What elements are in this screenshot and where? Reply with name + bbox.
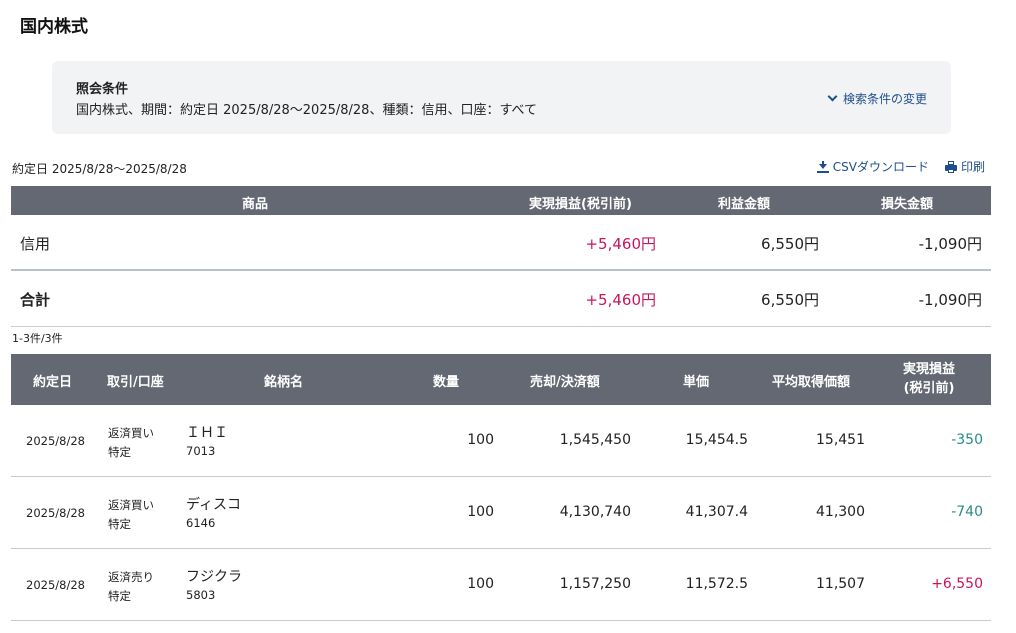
header-avg: 平均取得価額 [772, 375, 851, 390]
summary-total-loss: -1,090円 [918, 291, 982, 309]
row-price: 15,454.5 [685, 432, 748, 448]
row-account: 特定 [108, 517, 131, 531]
header-name: 銘柄名 [264, 375, 304, 390]
row-date: 2025/8/28 [26, 578, 85, 592]
row-stock-code: 5803 [186, 588, 216, 602]
row-realized: -740 [951, 504, 983, 520]
row-date: 2025/8/28 [26, 506, 85, 520]
header-qty: 数量 [433, 375, 460, 390]
row-date: 2025/8/28 [26, 434, 85, 448]
summary-loss: -1,090円 [918, 235, 982, 253]
row-realized: +6,550 [931, 576, 983, 592]
row-account: 特定 [108, 445, 131, 459]
print-label: 印刷 [960, 160, 985, 174]
change-criteria-link[interactable]: 検索条件の変更 [827, 90, 927, 107]
header-realized: 実現損益 (税引前) [903, 360, 955, 398]
row-avg: 15,451 [816, 432, 865, 448]
change-criteria-label: 検索条件の変更 [842, 92, 927, 106]
row-qty: 100 [467, 576, 494, 592]
header-price: 単価 [683, 375, 710, 390]
summary-header-realized: 実現損益(税引前) [529, 197, 632, 212]
summary-header-loss: 損失金額 [881, 197, 934, 212]
row-stock-code: 6146 [186, 516, 216, 530]
summary-header-product: 商品 [242, 197, 269, 212]
row-stock-name[interactable]: フジクラ [186, 566, 242, 586]
summary-total-profit: 6,550円 [761, 291, 819, 309]
table-row: 2025/8/28 返済買い 特定 ディスコ 6146 100 4,130,74… [11, 477, 991, 549]
summary-row: 信用 +5,460円 6,550円 -1,090円 [11, 215, 991, 271]
row-amount: 1,545,450 [559, 432, 631, 448]
row-account: 特定 [108, 589, 131, 603]
row-price: 41,307.4 [685, 504, 748, 520]
header-date: 約定日 [33, 375, 73, 390]
row-amount: 1,157,250 [559, 576, 631, 592]
download-icon [816, 160, 829, 173]
header-amount: 売却/決済額 [530, 375, 600, 390]
row-amount: 4,130,740 [559, 504, 631, 520]
row-stock-name[interactable]: ディスコ [186, 494, 241, 514]
row-trade: 返済買い [108, 498, 154, 512]
header-realized-line2: (税引前) [903, 381, 955, 396]
chevron-down-icon [827, 91, 838, 102]
summary-total-row: 合計 +5,460円 6,550円 -1,090円 [11, 271, 991, 327]
summary-realized: +5,460円 [585, 235, 656, 253]
csv-download-link[interactable]: CSVダウンロード [816, 158, 929, 175]
summary-product: 信用 [20, 235, 51, 253]
row-stock-name[interactable]: ＩＨＩ [186, 422, 228, 442]
summary-table: 商品 実現損益(税引前) 利益金額 損失金額 信用 +5,460円 6,550円… [11, 186, 991, 327]
row-realized: -350 [951, 432, 983, 448]
result-count: 1-3件/3件 [12, 332, 63, 345]
criteria-text: 国内株式、期間：約定日 2025/8/28〜2025/8/28、種類：信用、口座… [76, 103, 538, 118]
summary-profit: 6,550円 [761, 235, 819, 253]
page-title: 国内株式 [20, 17, 88, 37]
row-qty: 100 [467, 432, 494, 448]
header-trade: 取引/口座 [107, 375, 164, 390]
print-link[interactable]: 印刷 [944, 158, 985, 175]
row-trade: 返済買い [108, 426, 154, 440]
row-avg: 41,300 [816, 504, 865, 520]
detail-table: 約定日 取引/口座 銘柄名 数量 売却/決済額 単価 平均取得価額 実現損益 (… [11, 354, 991, 621]
summary-header: 商品 実現損益(税引前) 利益金額 損失金額 [11, 186, 991, 215]
table-row: 2025/8/28 返済売り 特定 フジクラ 5803 100 1,157,25… [11, 549, 991, 621]
period-label: 約定日 2025/8/28〜2025/8/28 [12, 162, 187, 176]
printer-icon [944, 160, 957, 173]
toolbar-links: CSVダウンロード 印刷 [816, 158, 985, 175]
summary-header-profit: 利益金額 [718, 197, 771, 212]
header-realized-line1: 実現損益 [903, 362, 956, 377]
row-stock-code: 7013 [186, 444, 216, 458]
criteria-heading: 照会条件 [76, 82, 129, 97]
row-price: 11,572.5 [685, 576, 748, 592]
row-avg: 11,507 [816, 576, 865, 592]
csv-download-label: CSVダウンロード [832, 160, 929, 174]
row-qty: 100 [467, 504, 494, 520]
row-trade: 返済売り [108, 570, 154, 584]
summary-total-realized: +5,460円 [585, 291, 656, 309]
detail-header: 約定日 取引/口座 銘柄名 数量 売却/決済額 単価 平均取得価額 実現損益 (… [11, 354, 991, 405]
criteria-panel: 照会条件 国内株式、期間：約定日 2025/8/28〜2025/8/28、種類：… [52, 61, 951, 134]
summary-total-label: 合計 [20, 291, 51, 309]
table-row: 2025/8/28 返済買い 特定 ＩＨＩ 7013 100 1,545,450… [11, 405, 991, 477]
